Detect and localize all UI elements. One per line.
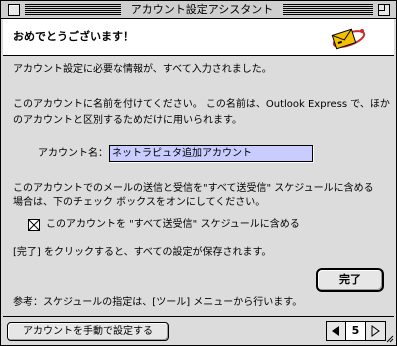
title-stripes-left — [25, 4, 121, 15]
title-bar[interactable]: アカウント設定アシスタント — [1, 1, 396, 19]
mail-envelope-icon — [331, 28, 366, 50]
done-button-label: 完了 — [339, 273, 361, 286]
checkbox-label[interactable]: このアカウントを "すべて送受信" スケジュールに含める — [46, 218, 300, 232]
done-button[interactable]: 完了 — [316, 268, 384, 292]
schedule-instruction-line2: 場合は、下のチェック ボックスをオンにしてください。 — [13, 197, 266, 208]
title-stripes-right — [283, 4, 373, 15]
left-arrow-icon — [332, 326, 339, 336]
include-in-schedule-checkbox[interactable] — [28, 219, 40, 231]
name-instruction-line2: のアカウントと区別するためだけに用いられます。 — [13, 115, 242, 126]
next-page-button[interactable] — [365, 322, 384, 340]
zoom-box[interactable] — [378, 4, 390, 16]
resize-grip-icon[interactable] — [385, 334, 394, 343]
previous-page-button[interactable] — [327, 322, 346, 340]
complete-message: アカウント設定に必要な情報が、すべて入力されました。 — [13, 64, 272, 75]
manual-setup-button[interactable]: アカウントを手動で設定する — [7, 322, 169, 341]
schedule-note: 参考：スケジュールの指定は、[ツール] メニューから行います。 — [13, 297, 303, 308]
account-name-field[interactable]: ネットラピュタ追加アカウント — [109, 145, 313, 162]
right-arrow-icon — [371, 325, 380, 337]
body-panel: アカウント設定に必要な情報が、すべて入力されました。 このアカウントに名前を付け… — [3, 56, 394, 317]
assistant-window: アカウント設定アシスタント おめでとうございます！ アカウント設定に必要な情報が… — [0, 0, 397, 346]
close-box[interactable] — [8, 4, 20, 16]
save-notice: [完了] をクリックすると、すべての設定が保存されます。 — [13, 247, 272, 258]
schedule-instruction-line1: このアカウントでのメールの送信と受信を"すべて送受信" スケジュールに含める — [13, 183, 374, 194]
header-band: おめでとうございます！ — [3, 19, 394, 56]
header-title: おめでとうございます！ — [13, 30, 134, 43]
checkmark-x-icon — [29, 220, 39, 230]
name-instruction-line1: このアカウントに名前を付けてください。 この名前は、Outlook Expres… — [13, 99, 390, 110]
window-title: アカウント設定アシスタント — [125, 2, 279, 17]
footer-divider — [3, 316, 394, 317]
page-number: 5 — [346, 322, 365, 340]
account-name-label: アカウント名： — [38, 148, 108, 159]
page-navigator: 5 — [326, 321, 386, 341]
